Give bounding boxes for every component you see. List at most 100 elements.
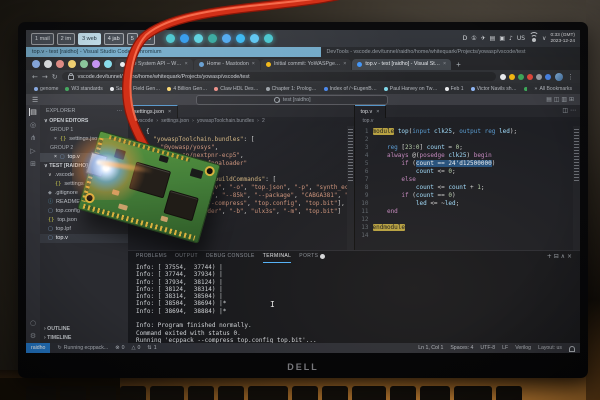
overflow-chevron-icon[interactable]: » [534, 86, 537, 92]
new-tab-button[interactable]: + [456, 60, 461, 69]
taskbar-app-icon[interactable] [208, 34, 217, 43]
close-icon[interactable]: × [54, 153, 57, 162]
browser-tab[interactable]: File System API – W…× [115, 59, 193, 70]
keyboard-layout-indicator[interactable]: US [517, 35, 525, 42]
extension-icon[interactable] [545, 74, 551, 80]
bookmark-item[interactable]: Index of /~EugenB… [324, 86, 377, 92]
bookmark-item[interactable]: SaMus Field Gen… [110, 86, 160, 92]
extension-icon[interactable] [500, 74, 506, 80]
status-item[interactable]: Ln 1, Col 1 [418, 345, 443, 351]
taskbar-app-icon[interactable] [194, 34, 203, 43]
terminal[interactable]: Info: [ 37554, 37744) |Info: [ 37744, 37… [128, 262, 580, 343]
status-item[interactable]: Verilog [515, 345, 531, 351]
status-item[interactable]: Layout: us [538, 345, 562, 351]
pinned-tab[interactable] [80, 60, 88, 68]
tray-icon[interactable]: ① [471, 35, 476, 42]
tree-item-toplpf[interactable]: ▢top.lpf [40, 225, 128, 234]
notifications-bell-icon[interactable] [569, 346, 575, 351]
view-timeline[interactable]: › TIMELINE [40, 334, 128, 343]
status-err[interactable]: ⊗0 [115, 345, 124, 351]
workspace-pill[interactable]: 5 [127, 33, 138, 45]
pinned-tab[interactable] [68, 60, 76, 68]
workspace-pill[interactable]: 2 im [57, 33, 75, 45]
panel-tab-terminal[interactable]: TERMINAL [263, 251, 291, 263]
remote-indicator[interactable]: raidho [26, 343, 50, 353]
scm-icon[interactable]: ⋔ [30, 134, 36, 142]
status-sync[interactable]: ↻Running ecppack... [57, 345, 108, 351]
wifi-icon[interactable] [529, 35, 538, 42]
editor2-code[interactable]: 1module top(input clk25, output reg led)… [355, 126, 581, 250]
pinned-tab[interactable] [44, 60, 52, 68]
tab-close-icon[interactable]: × [252, 59, 255, 70]
breadcrumb[interactable]: .vscode›settings.json›yowaspToolchain.bu… [128, 117, 354, 126]
taskbar-app-icon[interactable] [180, 34, 189, 43]
panel-tab-problems[interactable]: PROBLEMS [136, 251, 167, 262]
editor-actions-icons[interactable]: ◫ ⋯ [562, 105, 580, 117]
tree-item-topv[interactable]: ▢top.v [40, 234, 128, 243]
breadcrumb-item[interactable]: top.v [363, 117, 374, 126]
layout-toggle-icons[interactable]: ▤ ◫ ▥ ⊞ [546, 96, 574, 103]
taskbar-app-icon[interactable] [222, 34, 231, 43]
menu-icon[interactable]: ☰ [32, 96, 38, 104]
more-actions-icon[interactable]: ⋯ [117, 105, 122, 117]
workspace-pill[interactable]: 3 web [78, 33, 101, 45]
tray-icon[interactable]: ▤ [490, 35, 496, 42]
status-warn[interactable]: △0 [131, 345, 140, 351]
extension-icon[interactable] [509, 74, 515, 80]
taskbar-app-icon[interactable] [166, 34, 175, 43]
panel-tab-output[interactable]: OUTPUT [175, 251, 198, 262]
account-icon[interactable]: ○ [30, 319, 36, 327]
bookmark-item[interactable]: 4 Billion Gen… [167, 86, 207, 92]
taskbar-app-icon[interactable] [250, 34, 259, 43]
tray-icon[interactable]: D [463, 35, 468, 42]
extension-icon[interactable] [518, 74, 524, 80]
back-button[interactable]: ← [32, 73, 38, 81]
all-bookmarks[interactable]: » All Bookmarks [534, 86, 572, 92]
pinned-tab[interactable] [104, 60, 112, 68]
bookmark-item[interactable]: genome [34, 86, 58, 92]
address-bar[interactable]: vscode.dev/tunnel/raidho/home/whitequark… [62, 72, 496, 81]
bookmark-item[interactable]: Tweet / Twitter [524, 86, 528, 92]
files-icon[interactable]: ▤ [29, 108, 37, 116]
bookmark-item[interactable]: Feb 1 [445, 86, 464, 92]
browser-tab[interactable]: top.v - test [raidho] - Visual St…× [352, 59, 451, 70]
minimap[interactable] [347, 126, 354, 250]
browser-menu-icon[interactable]: ⋮ [567, 73, 574, 81]
status-item[interactable]: UTF-8 [480, 345, 495, 351]
open-editors-section[interactable]: ∨ OPEN EDITORS [40, 117, 128, 126]
extension-icon[interactable] [536, 74, 542, 80]
profile-avatar[interactable] [555, 73, 563, 81]
chevron-down-icon[interactable]: ∨ [542, 35, 546, 42]
devtools-window-title[interactable]: DevTools - vscode.dev/tunnel/raidho/home… [321, 47, 580, 57]
command-center-search[interactable]: test [raidho] [196, 95, 388, 105]
status-item[interactable]: Spaces: 4 [450, 345, 473, 351]
pinned-tab[interactable] [32, 60, 40, 68]
browser-tab[interactable]: Home - Mastodon× [194, 59, 260, 70]
panel-tab-debug-console[interactable]: DEBUG CONSOLE [206, 251, 255, 262]
bookmark-item[interactable]: Paul Harvey on Tw… [384, 86, 438, 92]
active-window-title[interactable]: top.v - test [raidho] - Visual Studio Co… [26, 47, 321, 57]
tray-icon[interactable]: ▣ [499, 35, 505, 42]
tab-close-icon[interactable]: × [443, 59, 446, 70]
workspace-pill[interactable]: 10 [141, 33, 155, 45]
panel-tab-ports[interactable]: PORTS [299, 251, 325, 262]
browser-tab[interactable]: Initial commit: YoWASPge…× [261, 59, 351, 70]
settings-icon[interactable]: ⚙ [30, 332, 36, 340]
breadcrumb-item[interactable]: yowaspToolchain.bundles [197, 117, 254, 126]
bookmark-item[interactable]: Chapter 1: Prolog… [266, 86, 317, 92]
search-icon[interactable]: ◎ [30, 121, 36, 129]
pinned-tab[interactable] [92, 60, 100, 68]
debug-icon[interactable]: ▷ [30, 147, 35, 155]
taskbar-app-icon[interactable] [264, 34, 273, 43]
forward-button[interactable]: → [42, 73, 48, 81]
status-port[interactable]: ⇅1 [147, 345, 156, 351]
tab-close-icon[interactable]: × [343, 59, 346, 70]
tab-close-icon[interactable]: × [185, 59, 188, 70]
bookmark-item[interactable]: Claw HDL Des… [214, 86, 258, 92]
tray-icon[interactable]: ✈ [481, 35, 486, 42]
taskbar-app-icon[interactable] [236, 34, 245, 43]
breadcrumb-item[interactable]: settings.json [161, 117, 189, 126]
breadcrumb-item[interactable]: .vscode [136, 117, 153, 126]
pinned-tab[interactable] [56, 60, 64, 68]
extensions-icon[interactable]: ⊞ [30, 160, 36, 168]
